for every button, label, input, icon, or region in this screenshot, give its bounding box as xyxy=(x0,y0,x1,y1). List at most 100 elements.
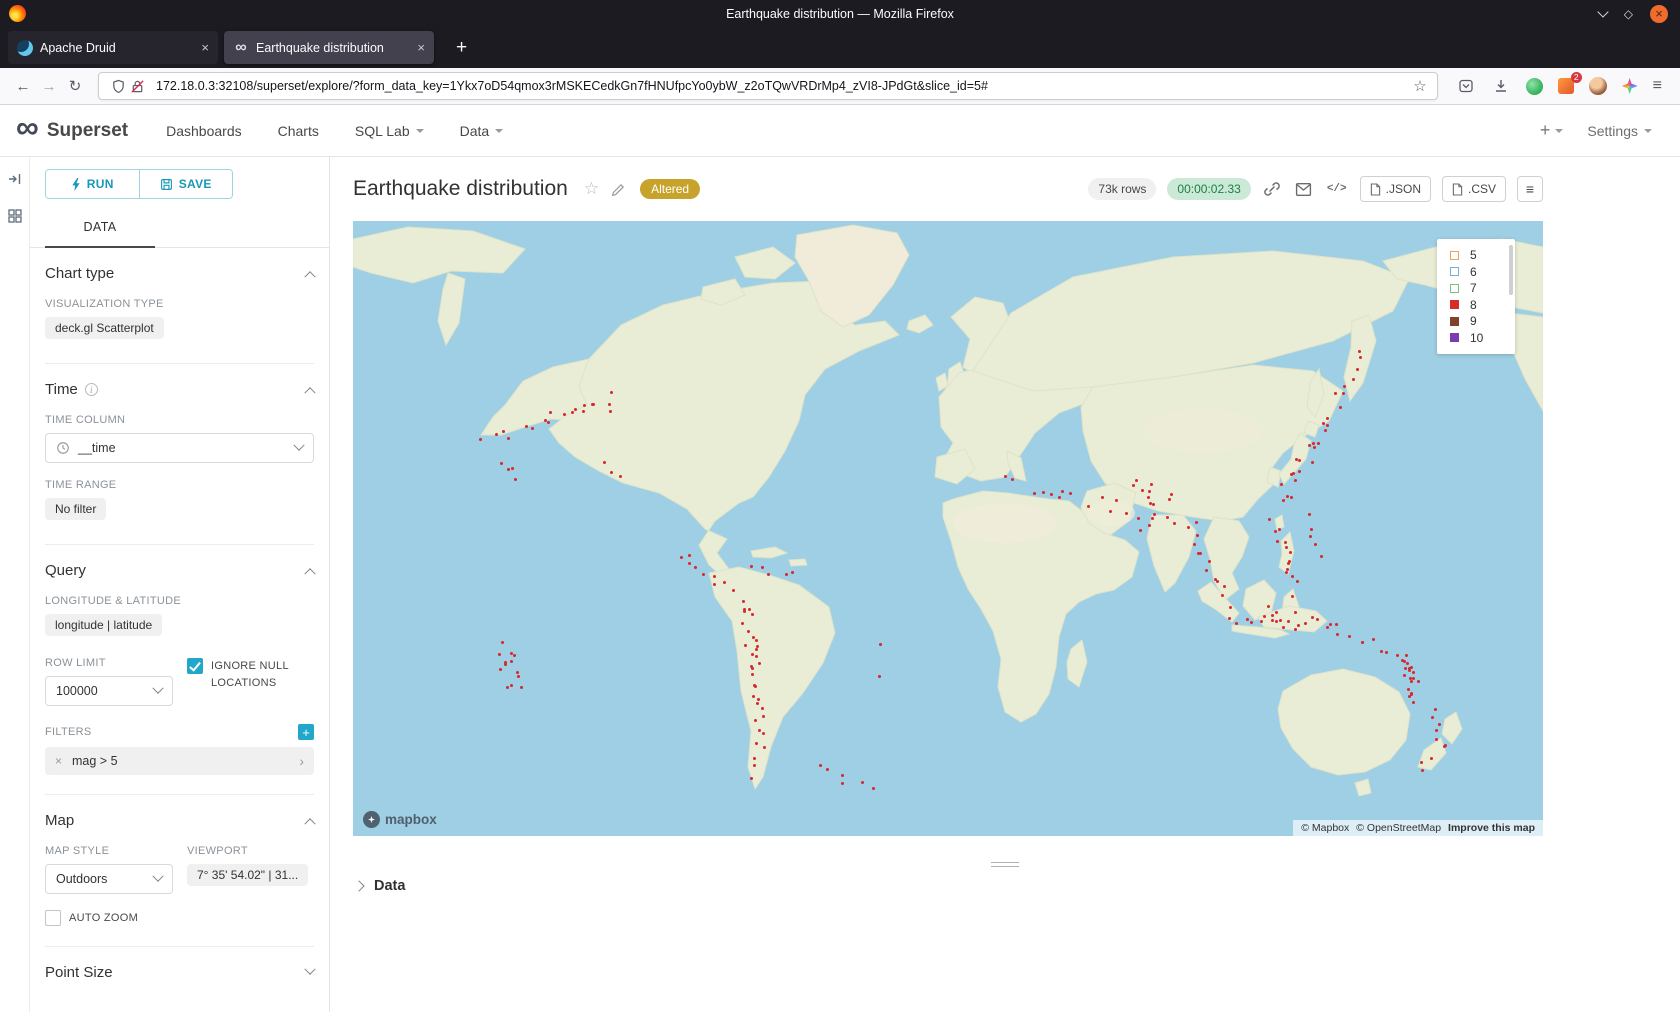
insecure-lock-icon[interactable] xyxy=(130,79,145,94)
expand-panel-icon[interactable] xyxy=(7,171,23,192)
window-minimize-icon[interactable] xyxy=(1597,6,1608,17)
auto-zoom-checkbox[interactable] xyxy=(45,910,61,926)
section-header-map[interactable]: Map xyxy=(45,812,314,829)
nav-dashboards[interactable]: Dashboards xyxy=(166,123,242,139)
back-button[interactable]: ← xyxy=(10,73,36,99)
section-header-point-size[interactable]: Point Size xyxy=(45,964,314,981)
section-map: Map MAP STYLE Outdoors VIEWPORT xyxy=(45,795,314,947)
earthquake-dot xyxy=(1356,368,1359,371)
export-json-button[interactable]: .JSON xyxy=(1360,176,1431,202)
earthquake-dot xyxy=(1195,521,1198,524)
mapbox-logo: mapbox xyxy=(363,811,437,828)
legend-scrollbar[interactable] xyxy=(1509,245,1513,295)
earthquake-dot xyxy=(1420,761,1423,764)
nav-charts[interactable]: Charts xyxy=(278,123,319,139)
section-title: Chart type xyxy=(45,265,114,282)
earthquake-dot xyxy=(1271,614,1274,617)
row-limit-select[interactable]: 100000 xyxy=(45,676,173,706)
chevron-down-icon xyxy=(1644,129,1652,133)
new-tab-button[interactable]: + xyxy=(448,37,475,59)
email-icon[interactable] xyxy=(1295,182,1312,197)
forward-button[interactable]: → xyxy=(36,73,62,99)
chart-menu-button[interactable]: ≡ xyxy=(1517,176,1543,202)
scatterplot-map[interactable]: 5678910 mapbox © Mapbox © OpenStreetMap … xyxy=(353,221,1543,836)
window-maximize-icon[interactable]: ◇ xyxy=(1624,8,1633,20)
filter-chip[interactable]: × mag > 5 › xyxy=(45,747,314,775)
chevron-right-icon xyxy=(353,880,364,891)
add-filter-button[interactable]: + xyxy=(298,724,314,740)
ignore-null-checkbox[interactable] xyxy=(187,658,203,674)
row-limit-value: 100000 xyxy=(56,684,98,698)
earthquake-dot xyxy=(499,668,502,671)
legend-swatch-icon xyxy=(1450,267,1459,276)
tab-earthquake-distribution[interactable]: ∞ Earthquake distribution × xyxy=(224,31,434,64)
earthquake-dot xyxy=(1372,638,1375,641)
export-csv-button[interactable]: .CSV xyxy=(1442,176,1506,202)
download-icon[interactable] xyxy=(1493,78,1509,94)
tab-apache-druid[interactable]: Apache Druid × xyxy=(8,31,218,64)
remove-filter-icon[interactable]: × xyxy=(55,754,62,768)
panel-splitter[interactable] xyxy=(330,836,1680,878)
earthquake-dot xyxy=(791,571,794,574)
edit-title-icon[interactable] xyxy=(611,182,626,197)
data-results-toggle[interactable]: Data xyxy=(330,878,1680,894)
earthquake-dot xyxy=(1276,540,1279,543)
superset-logo[interactable]: ∞ Superset xyxy=(16,120,128,142)
nav-sql-lab[interactable]: SQL Lab xyxy=(355,123,424,139)
earthquake-dot xyxy=(563,413,566,416)
settings-label: Settings xyxy=(1587,123,1638,139)
attribution-improve-link[interactable]: Improve this map xyxy=(1448,822,1535,834)
legend-swatch-icon xyxy=(1450,284,1459,293)
section-header-query[interactable]: Query xyxy=(45,562,314,579)
extension-green-icon[interactable] xyxy=(1526,78,1543,95)
earthquake-dot xyxy=(511,467,514,470)
viewport-chip[interactable]: 7° 35' 54.02" | 31... xyxy=(187,864,308,886)
filter-expand-icon[interactable]: › xyxy=(299,753,304,769)
extension-badge: 2 xyxy=(1571,72,1582,83)
viz-type-chip[interactable]: deck.gl Scatterplot xyxy=(45,317,164,339)
extension-orange-icon[interactable]: 2 xyxy=(1558,78,1574,94)
window-close-button[interactable]: × xyxy=(1650,5,1668,23)
url-bar[interactable]: 172.18.0.3:32108/superset/explore/?form_… xyxy=(98,72,1438,100)
pocket-icon[interactable] xyxy=(1458,78,1474,94)
lonlat-chip[interactable]: longitude | latitude xyxy=(45,614,162,636)
attribution-mapbox[interactable]: © Mapbox xyxy=(1301,822,1349,834)
time-column-value: __time xyxy=(78,441,116,455)
earthquake-dot xyxy=(756,702,759,705)
section-header-time[interactable]: Timei xyxy=(45,381,314,398)
earthquake-dot xyxy=(479,438,482,441)
attribution-osm[interactable]: © OpenStreetMap xyxy=(1356,822,1441,834)
earthquake-dot xyxy=(1148,490,1151,493)
section-header-chart-type[interactable]: Chart type xyxy=(45,265,314,282)
tab-data[interactable]: DATA xyxy=(45,209,155,247)
earthquake-dot xyxy=(742,600,745,603)
favorite-star-icon[interactable]: ☆ xyxy=(584,179,599,199)
extension-pinwheel-icon[interactable] xyxy=(1622,78,1638,94)
auto-zoom-checkbox-row[interactable]: AUTO ZOOM xyxy=(45,910,314,927)
earthquake-dot xyxy=(1308,513,1311,516)
bookmark-star-icon[interactable]: ☆ xyxy=(1413,77,1426,95)
profile-avatar[interactable] xyxy=(1589,77,1607,95)
shield-icon[interactable] xyxy=(111,79,126,94)
menu-hamburger-icon[interactable]: ≡ xyxy=(1653,77,1662,95)
section-title: Time xyxy=(45,381,78,398)
save-button[interactable]: SAVE xyxy=(139,170,233,198)
dataset-grid-icon[interactable] xyxy=(7,208,23,229)
time-range-chip[interactable]: No filter xyxy=(45,498,106,520)
tab-close-icon[interactable]: × xyxy=(417,40,425,55)
embed-code-icon[interactable]: </> xyxy=(1327,183,1347,195)
earthquake-dot xyxy=(757,698,760,701)
map-style-select[interactable]: Outdoors xyxy=(45,864,173,894)
ignore-null-checkbox-row[interactable]: IGNORE NULL LOCATIONS xyxy=(187,658,314,691)
drag-handle-icon[interactable] xyxy=(991,862,1019,867)
tab-close-icon[interactable]: × xyxy=(201,40,209,55)
run-button[interactable]: RUN xyxy=(46,170,139,198)
earthquake-dot xyxy=(1115,499,1118,502)
settings-menu[interactable]: Settings xyxy=(1587,123,1652,139)
reload-button[interactable]: ↻ xyxy=(62,73,88,99)
time-column-select[interactable]: __time xyxy=(45,433,314,463)
share-link-icon[interactable] xyxy=(1264,181,1280,197)
earthquake-dot xyxy=(1294,628,1297,631)
new-item-button[interactable]: + xyxy=(1540,120,1564,141)
nav-data[interactable]: Data xyxy=(460,123,504,139)
